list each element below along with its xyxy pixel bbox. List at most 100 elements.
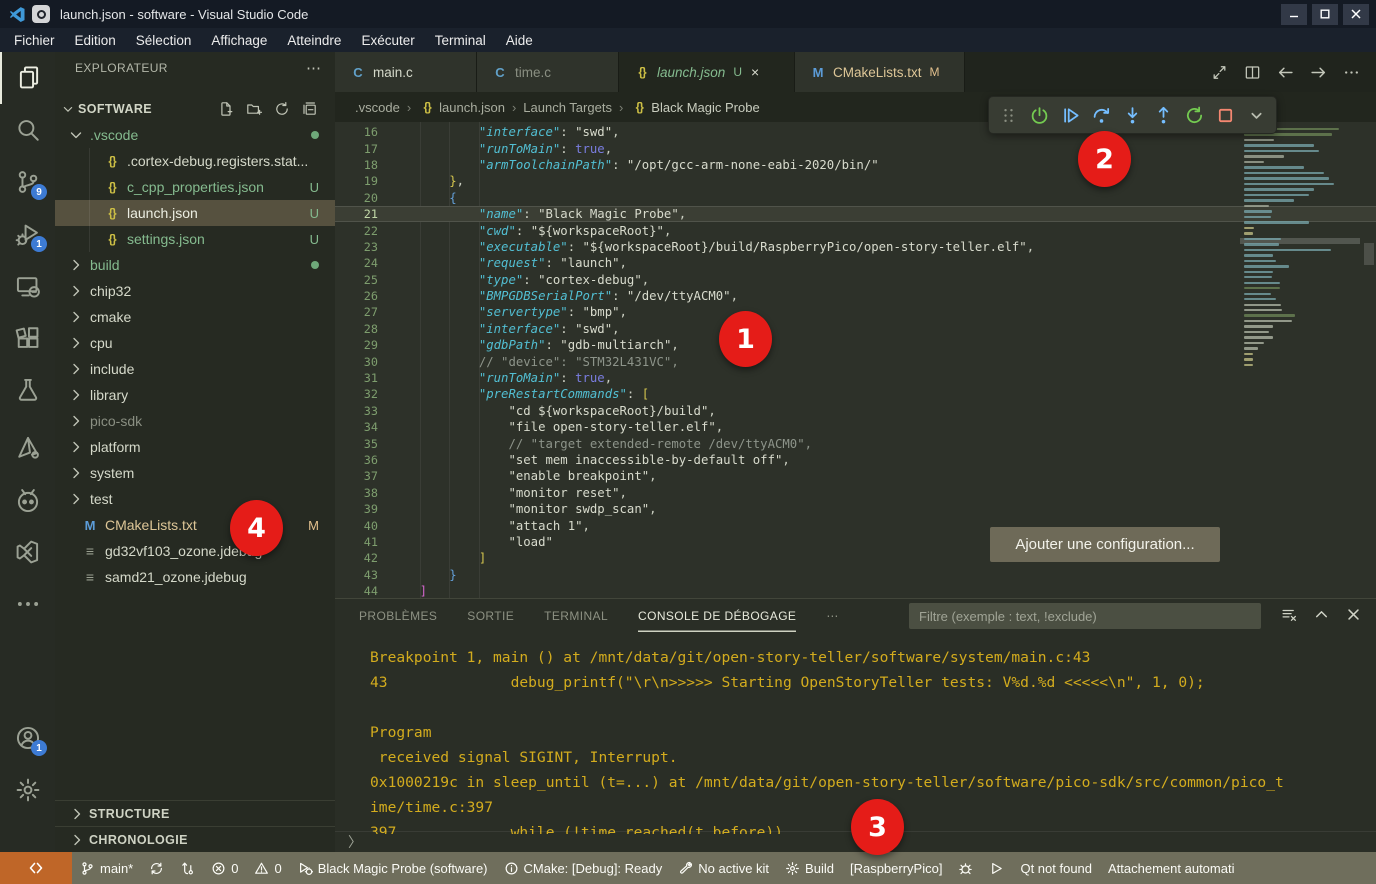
explorer-more-button[interactable]: ⋯ bbox=[306, 59, 323, 77]
status-no-active-kit[interactable]: No active kit bbox=[670, 852, 777, 884]
refresh-icon[interactable] bbox=[274, 101, 290, 117]
breadcrumb-launch-targets[interactable]: Launch Targets bbox=[523, 100, 612, 115]
status--raspberrypico-[interactable]: [RaspberryPico] bbox=[842, 852, 950, 884]
workspace-section-header[interactable]: SOFTWARE bbox=[55, 96, 335, 122]
debug-console-filter-input[interactable] bbox=[909, 603, 1261, 629]
debug-step-out-icon[interactable] bbox=[1150, 101, 1177, 129]
menu-exe-cuter[interactable]: Exécuter bbox=[351, 33, 424, 48]
code-line-33[interactable]: 33 "cd ${workspaceRoot}/build", bbox=[335, 403, 1376, 419]
code-line-17[interactable]: 17 "runToMain": true, bbox=[335, 140, 1376, 156]
menu-aide[interactable]: Aide bbox=[496, 33, 543, 48]
tree-item-cmake[interactable]: cmake bbox=[55, 304, 335, 330]
tree-item-c_cpp_properties-json[interactable]: {}c_cpp_properties.jsonU bbox=[55, 174, 335, 200]
tree-item-cmakelists-txt[interactable]: MCMakeLists.txtM bbox=[55, 512, 335, 538]
activity-run-debug[interactable]: 1 bbox=[0, 208, 55, 260]
tab-cmakelists-txt[interactable]: MCMakeLists.txtM bbox=[795, 52, 965, 92]
activity-cmake[interactable] bbox=[0, 422, 55, 474]
tree-item-cpu[interactable]: cpu bbox=[55, 330, 335, 356]
activity-source-control[interactable]: 9 bbox=[0, 156, 55, 208]
code-line-31[interactable]: 31 "runToMain": true, bbox=[335, 370, 1376, 386]
debug-restart-icon[interactable] bbox=[1181, 101, 1208, 129]
panel-tab-proble-mes[interactable]: PROBLÈMES bbox=[359, 599, 437, 632]
code-line-21[interactable]: 21 "name": "Black Magic Probe", bbox=[335, 206, 1376, 222]
tab-main-c[interactable]: Cmain.c bbox=[335, 52, 477, 92]
code-line-39[interactable]: 39 "monitor swdp_scan", bbox=[335, 501, 1376, 517]
activity-account[interactable]: 1 bbox=[0, 712, 55, 764]
activity-settings[interactable] bbox=[0, 764, 55, 816]
code-line-23[interactable]: 23 "executable": "${workspaceRoot}/build… bbox=[335, 239, 1376, 255]
code-line-32[interactable]: 32 "preRestartCommands": [ bbox=[335, 386, 1376, 402]
tree-item-pico-sdk[interactable]: pico-sdk bbox=[55, 408, 335, 434]
new-file-icon[interactable] bbox=[218, 101, 234, 117]
panel-close-icon[interactable] bbox=[1345, 606, 1362, 623]
breadcrumb--vscode[interactable]: .vscode bbox=[355, 100, 400, 115]
debug-drag-handle-icon[interactable] bbox=[995, 101, 1022, 129]
remote-indicator[interactable] bbox=[0, 852, 72, 884]
panel-tab-console-de-de-bogage[interactable]: CONSOLE DE DÉBOGAGE bbox=[638, 599, 796, 632]
tab-launch-json[interactable]: {}launch.jsonU× bbox=[619, 52, 795, 92]
clear-console-icon[interactable] bbox=[1281, 606, 1298, 623]
status-cmake-debug-ready[interactable]: CMake: [Debug]: Ready bbox=[496, 852, 671, 884]
status-attachement-automati[interactable]: Attachement automati bbox=[1100, 852, 1242, 884]
status-0[interactable]: 0 bbox=[246, 852, 289, 884]
menu-edition[interactable]: Edition bbox=[65, 33, 126, 48]
activity-more[interactable] bbox=[0, 578, 55, 630]
activity-search[interactable] bbox=[0, 104, 55, 156]
breadcrumb-launch-json[interactable]: {}launch.json bbox=[418, 100, 505, 115]
code-line-18[interactable]: 18 "armToolchainPath": "/opt/gcc-arm-non… bbox=[335, 157, 1376, 173]
code-line-34[interactable]: 34 "file open-story-teller.elf", bbox=[335, 419, 1376, 435]
tree-item-launch-json[interactable]: {}launch.jsonU bbox=[55, 200, 335, 226]
status-main-[interactable]: main* bbox=[72, 852, 141, 884]
code-line-35[interactable]: 35 // "target extended-remote /dev/ttyAC… bbox=[335, 435, 1376, 451]
minimize-button[interactable] bbox=[1281, 4, 1307, 25]
code-line-44[interactable]: 44 ] bbox=[335, 583, 1376, 598]
tree-item-platform[interactable]: platform bbox=[55, 434, 335, 460]
tree-item-build[interactable]: build bbox=[55, 252, 335, 278]
code-line-43[interactable]: 43 } bbox=[335, 567, 1376, 583]
code-line-36[interactable]: 36 "set mem inaccessible-by-default off"… bbox=[335, 452, 1376, 468]
tree-item-samd21_ozone-jdebug[interactable]: ≡samd21_ozone.jdebug bbox=[55, 564, 335, 590]
code-line-30[interactable]: 30 // "device": "STM32L431VC", bbox=[335, 353, 1376, 369]
debug-console-output[interactable]: Breakpoint 1, main () at /mnt/data/git/o… bbox=[335, 632, 1376, 834]
tree-item-system[interactable]: system bbox=[55, 460, 335, 486]
code-line-22[interactable]: 22 "cwd": "${workspaceRoot}", bbox=[335, 222, 1376, 238]
panel-maximize-icon[interactable] bbox=[1313, 606, 1330, 623]
tree-item-library[interactable]: library bbox=[55, 382, 335, 408]
tree-item--vscode[interactable]: .vscode bbox=[55, 122, 335, 148]
tree-item-include[interactable]: include bbox=[55, 356, 335, 382]
panel-tab-sortie[interactable]: SORTIE bbox=[467, 599, 514, 632]
status-0[interactable]: 0 bbox=[203, 852, 246, 884]
collapse-all-icon[interactable] bbox=[302, 101, 318, 117]
more-h-icon[interactable] bbox=[1343, 64, 1360, 81]
minimap[interactable] bbox=[1244, 128, 1356, 369]
code-line-24[interactable]: 24 "request": "launch", bbox=[335, 255, 1376, 271]
add-configuration-button[interactable]: Ajouter une configuration... bbox=[990, 527, 1220, 562]
activity-visual-studio[interactable] bbox=[0, 526, 55, 578]
tree-item-chip32[interactable]: chip32 bbox=[55, 278, 335, 304]
activity-testing[interactable] bbox=[0, 364, 55, 416]
debug-power-icon[interactable] bbox=[1026, 101, 1053, 129]
debug-step-into-icon[interactable] bbox=[1119, 101, 1146, 129]
activity-remote-explorer[interactable] bbox=[0, 260, 55, 312]
debug-step-over-icon[interactable] bbox=[1088, 101, 1115, 129]
code-line-25[interactable]: 25 "type": "cortex-debug", bbox=[335, 272, 1376, 288]
close-button[interactable] bbox=[1343, 4, 1369, 25]
code-line-26[interactable]: 26 "BMPGDBSerialPort": "/dev/ttyACM0", bbox=[335, 288, 1376, 304]
debug-toolbar-menu-icon[interactable] bbox=[1243, 101, 1270, 129]
arrow-right-icon[interactable] bbox=[1310, 64, 1327, 81]
panel-tab--[interactable]: ⋯ bbox=[826, 599, 838, 632]
maximize-button[interactable] bbox=[1312, 4, 1338, 25]
code-line-27[interactable]: 27 "servertype": "bmp", bbox=[335, 304, 1376, 320]
activity-platformio[interactable] bbox=[0, 474, 55, 526]
tree-item-gd32vf103_ozone-jdebug[interactable]: ≡gd32vf103_ozone.jdebug bbox=[55, 538, 335, 564]
sidebar-section-chronologie[interactable]: CHRONOLOGIE bbox=[55, 826, 335, 852]
code-line-19[interactable]: 19 }, bbox=[335, 173, 1376, 189]
panel-tab-terminal[interactable]: TERMINAL bbox=[544, 599, 608, 632]
code-line-28[interactable]: 28 "interface": "swd", bbox=[335, 321, 1376, 337]
code-editor[interactable]: 16 "interface": "swd",17 "runToMain": tr… bbox=[335, 122, 1376, 598]
tree-item--cortex-debug-registers-stat-[interactable]: {}.cortex-debug.registers.stat... bbox=[55, 148, 335, 174]
new-folder-icon[interactable] bbox=[246, 101, 262, 117]
menu-affichage[interactable]: Affichage bbox=[201, 33, 277, 48]
activity-extensions[interactable] bbox=[0, 312, 55, 364]
menu-fichier[interactable]: Fichier bbox=[4, 33, 65, 48]
